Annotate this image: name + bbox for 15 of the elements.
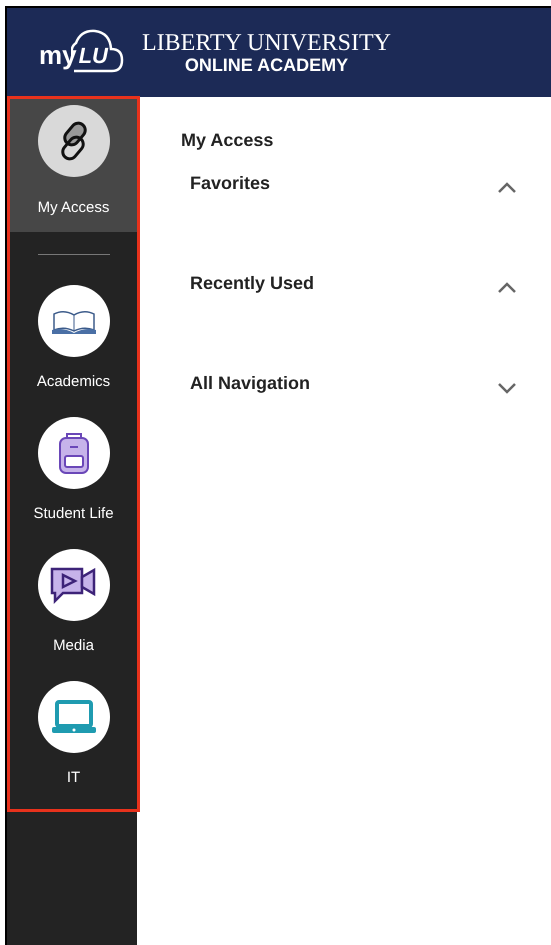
sidebar-item[interactable]: Student Life — [10, 409, 137, 541]
sidebar-item[interactable]: My Access — [10, 99, 137, 232]
university-name: LIBERTY UNIVERSITY — [142, 30, 391, 54]
accordion-header[interactable]: Recently Used — [181, 273, 551, 373]
accordion-header[interactable]: Favorites — [181, 173, 551, 273]
logo-text: my — [39, 40, 77, 71]
sidebar-item[interactable]: IT — [10, 673, 137, 805]
sidebar-item[interactable]: Media — [10, 541, 137, 673]
laptop-icon — [50, 699, 96, 735]
video-camera-icon — [48, 565, 98, 605]
sidebar-item[interactable]: Academics — [10, 277, 137, 409]
academy-name: ONLINE ACADEMY — [184, 54, 348, 74]
page-title: My Access — [181, 130, 274, 151]
logo-mark: LU — [78, 42, 108, 68]
accordion-header[interactable]: All Navigation — [181, 373, 551, 473]
